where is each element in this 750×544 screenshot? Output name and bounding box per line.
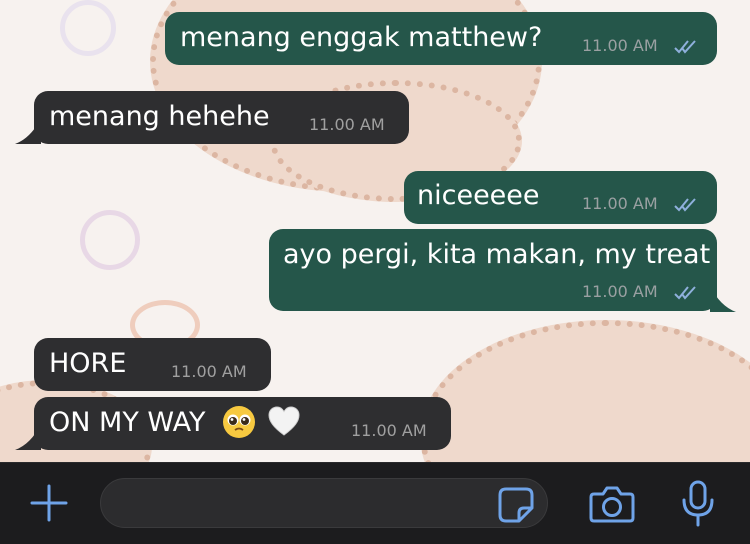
message-bubble-incoming[interactable]: ON MY WAY 11.00 AM	[34, 397, 451, 450]
message-time: 11.00 AM	[171, 362, 247, 381]
message-text: ON MY WAY	[49, 407, 206, 438]
wallpaper-cloud	[420, 320, 750, 462]
bubble-tail	[710, 286, 736, 312]
camera-icon[interactable]	[588, 484, 636, 524]
microphone-icon[interactable]	[680, 480, 716, 528]
message-text: menang hehehe	[49, 101, 270, 132]
message-text: menang enggak matthew?	[180, 22, 543, 53]
bubble-tail	[15, 424, 41, 450]
wallpaper-swirl	[60, 0, 116, 56]
white-heart-emoji	[268, 405, 300, 436]
double-check-icon	[674, 40, 696, 54]
message-time: 11.00 AM	[351, 421, 427, 440]
message-text: HORE	[49, 348, 127, 379]
message-time: 11.00 AM	[582, 282, 658, 301]
plus-icon[interactable]	[28, 482, 70, 524]
message-text: niceeeee	[417, 180, 540, 211]
message-text: ayo pergi, kita makan, my treat	[283, 239, 711, 270]
message-input[interactable]	[100, 478, 548, 528]
double-check-icon	[674, 198, 696, 212]
double-check-icon	[674, 286, 696, 300]
message-time: 11.00 AM	[309, 115, 385, 134]
message-time: 11.00 AM	[582, 36, 658, 55]
message-content: ON MY WAY	[49, 405, 301, 439]
composer-bar	[0, 462, 750, 544]
message-bubble-incoming[interactable]: menang hehehe 11.00 AM	[34, 91, 409, 144]
sticker-icon[interactable]	[497, 486, 535, 524]
message-bubble-incoming[interactable]: HORE 11.00 AM	[34, 338, 271, 391]
message-bubble-outgoing[interactable]: ayo pergi, kita makan, my treat 11.00 AM	[269, 229, 717, 311]
pleading-face-emoji	[223, 405, 256, 438]
bubble-tail	[15, 118, 41, 144]
message-time: 11.00 AM	[582, 194, 658, 213]
message-bubble-outgoing[interactable]: niceeeee 11.00 AM	[404, 171, 717, 224]
message-bubble-outgoing[interactable]: menang enggak matthew? 11.00 AM	[165, 12, 717, 65]
wallpaper-swirl	[80, 210, 140, 270]
